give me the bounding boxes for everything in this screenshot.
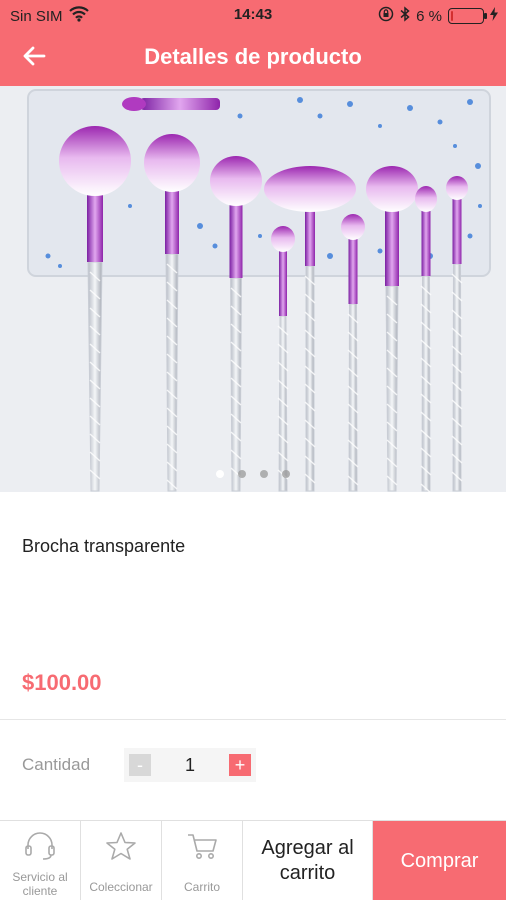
carousel-dot[interactable] [260, 470, 268, 478]
product-image-carousel[interactable] [0, 86, 506, 492]
divider [0, 719, 506, 720]
carousel-dot[interactable] [238, 470, 246, 478]
cart-label: Carrito [183, 880, 220, 894]
orientation-lock-icon [378, 6, 394, 26]
carousel-dot[interactable] [216, 470, 224, 478]
battery-percent: 6 % [416, 7, 442, 25]
product-price: $100.00 [22, 670, 102, 695]
status-bar: Sin SIM 14:43 6 % [0, 0, 506, 30]
buy-label: Comprar [400, 849, 479, 872]
charging-icon [490, 7, 498, 25]
app-header: Detalles de producto [0, 30, 506, 86]
add-to-cart-button[interactable]: Agregar al carrito [243, 821, 373, 900]
collect-button[interactable]: Coleccionar [81, 821, 162, 900]
quantity-stepper: - 1 + [124, 748, 256, 782]
carousel-dot[interactable] [282, 470, 290, 478]
cart-button[interactable]: Carrito [162, 821, 243, 900]
star-icon [104, 831, 138, 866]
status-right: 6 % [378, 6, 498, 26]
page-title: Detalles de producto [144, 44, 362, 69]
collect-label: Coleccionar [89, 880, 153, 894]
add-to-cart-label: Agregar al carrito [261, 837, 354, 884]
battery-level [451, 11, 453, 21]
bluetooth-icon [400, 6, 410, 26]
product-image [0, 86, 506, 492]
customer-service-label: Servicio al cliente [12, 870, 68, 898]
quantity-label: Cantidad [22, 755, 91, 774]
quantity-decrement-button[interactable]: - [129, 754, 151, 776]
buy-button[interactable]: Comprar [373, 821, 506, 900]
battery-icon [448, 8, 487, 24]
quantity-value[interactable]: 1 [151, 755, 229, 776]
quantity-increment-button[interactable]: + [229, 754, 251, 776]
headset-icon [23, 831, 57, 866]
bottom-action-bar: Servicio al cliente Coleccionar Carrito … [0, 820, 506, 900]
carousel-indicators [0, 470, 506, 478]
customer-service-button[interactable]: Servicio al cliente [0, 821, 81, 900]
cart-icon [185, 831, 219, 866]
product-name: Brocha transparente [22, 536, 186, 556]
